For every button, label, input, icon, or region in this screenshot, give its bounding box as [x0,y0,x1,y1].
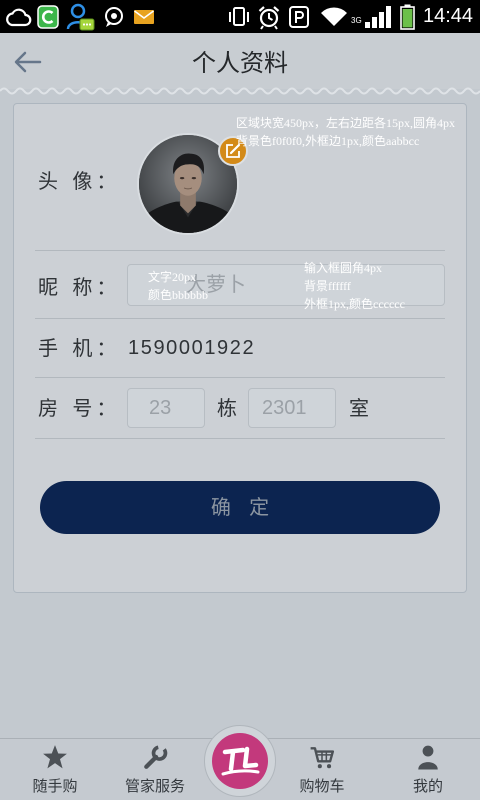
card-spec-annotation: 区域块宽450px，左右边距各15px,圆角4px 背景色f0f0f0,外框边1… [236,114,455,150]
contacts-chat-icon [66,3,95,31]
wifi-icon [321,7,347,26]
alarm-icon [258,6,280,30]
nickname-label: 昵 称： [38,275,121,299]
row-divider [35,438,445,439]
nav-label[interactable]: 管家服务 [125,778,185,795]
signal-icon [365,6,391,28]
page-title: 个人资料 [192,49,288,77]
nav-label[interactable]: 我的 [413,778,443,795]
room-label: 房 号： [38,396,121,420]
annotation-line: 文字20px [148,270,197,284]
vibrate-icon [229,7,249,26]
battery-icon [400,4,415,30]
confirm-button[interactable]: 确 定 [40,481,440,534]
avatar-label: 头 像： [38,169,121,193]
network-type-label: 3G [351,16,362,25]
chat-icon [105,7,123,27]
profile-card: 头 像： 昵 称： 大萝卜 手 机： 1590001922 房 号： 23 栋 … [13,103,467,593]
cloud-icon [6,8,32,27]
room-number-input[interactable] [248,388,336,428]
annotation-line: 外框1px,颜色cccccc [304,297,405,311]
clock-time: 14:44 [423,5,474,27]
header-wave-divider [0,87,480,95]
input-spec-annotation: 输入框圆角4px 背景ffffff 外框1px,颜色cccccc [304,259,405,313]
screen: 3G 14:44 个人资料 头 像： 昵 称： 大萝卜 手 机： 1590001… [0,0,480,800]
annotation-line: 区域块宽450px，左右边距各15px,圆角4px [236,116,456,130]
text-spec-annotation: 文字20px 颜色bbbbbb [148,268,208,304]
wrench-icon[interactable] [142,744,168,770]
nav-item-cart[interactable]: 购物车 [277,738,367,800]
annotation-line: 输入框圆角4px [304,261,383,275]
shield-c-icon [37,5,59,29]
annotation-line: 颜色bbbbbb [148,288,209,302]
nav-item-quick-buy[interactable]: 随手购 [10,738,100,800]
star-icon[interactable] [42,744,68,770]
cart-icon[interactable] [309,744,335,770]
row-divider [35,250,445,251]
nav-label[interactable]: 购物车 [299,778,344,795]
status-bar: 3G 14:44 [0,0,480,33]
building-number-input[interactable] [127,388,205,428]
header: 个人资料 [0,33,480,89]
home-button[interactable] [212,733,268,789]
row-divider [35,377,445,378]
mail-icon [134,10,154,24]
row-divider [35,318,445,319]
building-unit-label: 栋 [217,396,237,420]
person-icon[interactable] [415,744,441,770]
nav-item-butler-service[interactable]: 管家服务 [110,738,200,800]
nav-item-mine[interactable]: 我的 [383,738,473,800]
nav-label[interactable]: 随手购 [32,778,77,795]
p-box-icon [289,6,309,28]
annotation-line: 背景ffffff [304,279,351,293]
room-unit-label: 室 [349,396,369,420]
annotation-line: 背景色f0f0f0,外框边1px,颜色aabbcc [236,134,420,148]
phone-label: 手 机： [38,336,121,360]
home-logo-icon[interactable] [212,733,268,789]
phone-value: 1590001922 [128,337,256,359]
